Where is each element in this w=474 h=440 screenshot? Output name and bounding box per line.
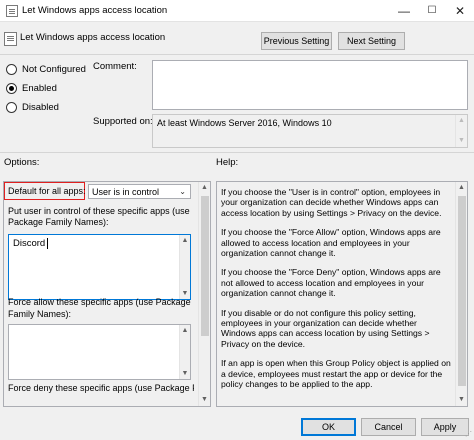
comment-label: Comment: <box>93 61 137 72</box>
help-panel: If you choose the "User is in control" o… <box>216 181 468 407</box>
help-paragraph: If you disable or do not configure this … <box>221 307 430 349</box>
user-control-textbox[interactable]: Discord ▲ ▼ <box>8 234 191 300</box>
textbox-scrollbar[interactable]: ▲ ▼ <box>179 235 190 299</box>
help-paragraph: If you choose the "User is in control" o… <box>221 187 442 218</box>
supported-on-label: Supported on: <box>93 116 153 127</box>
window-title: Let Windows apps access location <box>22 5 168 16</box>
mid-divider <box>0 152 474 153</box>
user-control-label: Put user in control of these specific ap… <box>8 206 190 227</box>
next-setting-button[interactable]: Next Setting <box>338 32 405 50</box>
dropdown-value: User is in control <box>92 186 160 197</box>
scroll-up-arrow-icon[interactable]: ▲ <box>180 325 190 336</box>
help-label: Help: <box>216 157 239 168</box>
chevron-down-icon: ⌄ <box>179 187 186 196</box>
scroll-thumb[interactable] <box>201 196 209 336</box>
close-button[interactable]: ✕ <box>446 0 474 22</box>
default-apps-label: Default for all apps: <box>8 186 86 196</box>
options-scrollbar[interactable]: ▲ ▼ <box>198 182 210 406</box>
radio-not-configured[interactable]: Not Configured <box>6 62 86 76</box>
header-divider <box>0 54 474 55</box>
scroll-down-arrow-icon[interactable]: ▼ <box>199 394 210 406</box>
scroll-down-arrow-icon[interactable]: ▼ <box>456 394 467 406</box>
scroll-up-arrow-icon[interactable]: ▲ <box>456 182 467 194</box>
previous-setting-button[interactable]: Previous Setting <box>261 32 332 50</box>
apply-button[interactable]: Apply <box>421 418 469 436</box>
radio-disabled[interactable]: Disabled <box>6 100 59 114</box>
comment-textbox[interactable] <box>152 60 468 110</box>
minimize-button[interactable]: — <box>390 0 418 22</box>
force-deny-label: Force deny these specific apps (use Pack… <box>8 383 194 393</box>
setting-icon <box>4 32 17 46</box>
radio-label: Not Configured <box>22 63 86 75</box>
options-label: Options: <box>4 157 40 168</box>
supported-on-text: At least Windows Server 2016, Windows 10 <box>157 118 332 128</box>
help-text: If you choose the "User is in control" o… <box>221 187 453 399</box>
options-panel: Default for all apps: User is in control… <box>3 181 211 407</box>
ok-button[interactable]: OK <box>301 418 356 436</box>
help-scrollbar[interactable]: ▲ ▼ <box>455 182 467 406</box>
help-paragraph: If you choose the "Force Allow" option, … <box>221 227 441 259</box>
policy-icon <box>6 5 18 17</box>
setting-title: Let Windows apps access location <box>20 32 166 43</box>
text-cursor <box>47 238 48 249</box>
resize-grip-icon[interactable]: ⋰ <box>465 431 473 439</box>
title-bar: Let Windows apps access location — ☐ ✕ <box>0 0 474 22</box>
radio-label: Enabled <box>22 82 57 94</box>
scroll-down-arrow-icon[interactable]: ▼ <box>456 135 467 147</box>
radio-button[interactable] <box>6 101 17 113</box>
textbox-scrollbar[interactable]: ▲ ▼ <box>179 325 190 379</box>
cancel-button[interactable]: Cancel <box>361 418 416 436</box>
scroll-up-arrow-icon[interactable]: ▲ <box>199 182 210 194</box>
help-paragraph: If an app is open when this Group Policy… <box>221 358 451 390</box>
radio-label: Disabled <box>22 101 59 113</box>
default-apps-dropdown[interactable]: User is in control ⌄ <box>88 184 191 199</box>
scroll-up-arrow-icon[interactable]: ▲ <box>180 235 190 246</box>
supported-on-value: At least Windows Server 2016, Windows 10… <box>152 114 468 148</box>
user-control-value: Discord <box>13 238 46 249</box>
scroll-thumb[interactable] <box>458 196 466 386</box>
supported-scrollbar[interactable]: ▲ ▼ <box>455 115 467 147</box>
force-allow-textbox[interactable]: ▲ ▼ <box>8 324 191 380</box>
scroll-up-arrow-icon[interactable]: ▲ <box>456 115 467 127</box>
scroll-down-arrow-icon[interactable]: ▼ <box>180 368 190 379</box>
help-paragraph: If you choose the "Force Deny" option, W… <box>221 267 441 299</box>
radio-button[interactable] <box>6 63 17 75</box>
radio-button[interactable] <box>6 82 17 94</box>
radio-enabled[interactable]: Enabled <box>6 81 57 95</box>
force-allow-label: Force allow these specific apps (use Pac… <box>8 297 191 319</box>
maximize-button[interactable]: ☐ <box>418 0 446 22</box>
